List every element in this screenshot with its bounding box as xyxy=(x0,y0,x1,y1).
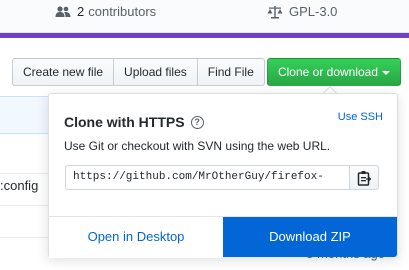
clone-or-download-button[interactable]: Clone or download xyxy=(267,58,401,86)
clone-popover-footer: Open in Desktop Download ZIP xyxy=(49,216,397,258)
clone-popover: Clone with HTTPS ? Use SSH Use Git or ch… xyxy=(48,93,398,258)
contributors-link[interactable]: 2 contributors xyxy=(55,4,156,19)
file-row xyxy=(0,206,48,238)
triangle-down-icon xyxy=(382,70,391,75)
language-color-bar xyxy=(0,33,409,38)
law-icon xyxy=(267,5,283,18)
open-in-desktop-button[interactable]: Open in Desktop xyxy=(49,217,223,258)
people-icon xyxy=(55,5,71,17)
clone-or-download-label: Clone or download xyxy=(277,65,379,79)
clippy-icon xyxy=(357,170,371,186)
contributors-count: 2 xyxy=(77,4,85,19)
create-new-file-button[interactable]: Create new file xyxy=(12,58,115,86)
file-name-partial[interactable]: :config xyxy=(0,178,38,193)
license-label: GPL-3.0 xyxy=(289,4,338,19)
file-actions-group: Create new file Upload files Find File xyxy=(12,58,265,86)
download-zip-button[interactable]: Download ZIP xyxy=(223,217,397,257)
clone-description: Use Git or checkout with SVN using the w… xyxy=(64,139,331,153)
clone-title: Clone with HTTPS ? xyxy=(64,114,204,130)
clone-title-text: Clone with HTTPS xyxy=(64,114,185,130)
upload-files-button[interactable]: Upload files xyxy=(113,58,198,86)
license-link[interactable]: GPL-3.0 xyxy=(267,4,337,19)
find-file-button[interactable]: Find File xyxy=(196,58,265,86)
file-row xyxy=(0,140,48,174)
question-icon[interactable]: ? xyxy=(190,115,204,129)
commit-info-row xyxy=(0,96,48,134)
repo-stats-bar: 2 contributors GPL-3.0 xyxy=(0,0,409,33)
use-ssh-link[interactable]: Use SSH xyxy=(338,111,383,123)
clone-url-input[interactable]: https://github.com/MrOtherGuy/firefox- xyxy=(65,165,350,190)
copy-url-button[interactable] xyxy=(349,165,379,190)
contributors-label: contributors xyxy=(88,4,157,19)
